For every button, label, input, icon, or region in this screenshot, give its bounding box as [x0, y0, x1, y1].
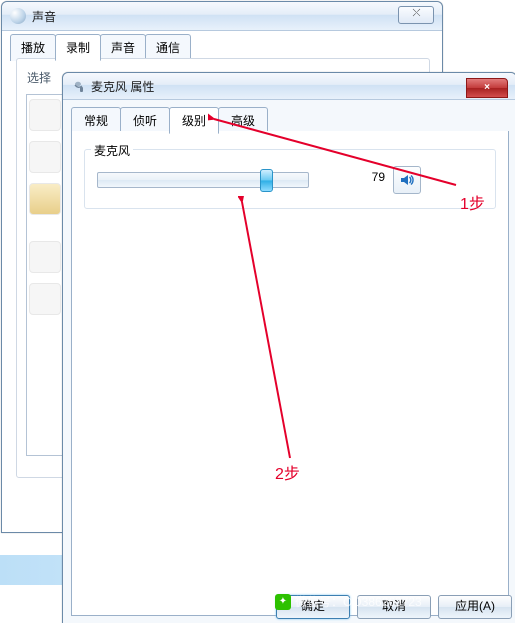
annotation-step1-label: 1步	[460, 190, 485, 214]
tab-advanced[interactable]: 高级	[218, 107, 268, 134]
tab-playback[interactable]: 播放	[10, 34, 56, 61]
tab-recording[interactable]: 录制	[55, 34, 101, 61]
sound-close-button[interactable]: ⤬	[398, 6, 434, 24]
tab-sounds[interactable]: 声音	[100, 34, 146, 61]
select-device-label: 选择	[27, 69, 51, 86]
tab-comm[interactable]: 通信	[145, 34, 191, 61]
watermark-text: 微信号：OO386263723	[295, 593, 422, 610]
wechat-icon: ✦	[275, 594, 291, 610]
mic-group-label: 麦克风	[91, 142, 133, 159]
sound-tabs: 播放 录制 声音 通信	[10, 34, 190, 61]
mute-toggle-button[interactable]	[393, 166, 421, 194]
apply-button[interactable]: 应用(A)	[438, 595, 512, 619]
device-icon	[29, 183, 61, 215]
mic-title: 麦克风 属性	[91, 78, 154, 95]
mic-level-value: 79	[345, 170, 385, 184]
device-icon	[29, 283, 61, 315]
sound-title: 声音	[32, 8, 56, 25]
sound-titlebar[interactable]: 声音 ⤬	[2, 2, 442, 31]
microphone-properties-window: 麦克风 属性 × 常规 侦听 级别 高级 麦克风 79	[62, 72, 515, 623]
mic-level-group: 麦克风 79	[84, 149, 496, 209]
mic-level-slider-thumb[interactable]	[260, 169, 273, 192]
mic-level-slider-track[interactable]	[97, 172, 309, 188]
watermark: ✦ 微信号：OO386263723	[275, 593, 422, 610]
device-icon	[29, 241, 61, 273]
mic-tabs: 常规 侦听 级别 高级	[71, 107, 267, 134]
mic-close-button[interactable]: ×	[466, 78, 508, 98]
tab-general[interactable]: 常规	[71, 107, 121, 134]
mic-tab-content: 麦克风 79	[71, 131, 509, 616]
mic-titlebar-icon	[71, 79, 87, 95]
speaker-icon	[399, 172, 415, 188]
device-icon	[29, 99, 61, 131]
annotation-step2-label: 2步	[275, 460, 300, 484]
device-icon	[29, 141, 61, 173]
tab-levels[interactable]: 级别	[169, 107, 219, 134]
sound-icon	[10, 8, 26, 24]
tab-listen[interactable]: 侦听	[120, 107, 170, 134]
mic-titlebar[interactable]: 麦克风 属性 ×	[63, 73, 515, 100]
